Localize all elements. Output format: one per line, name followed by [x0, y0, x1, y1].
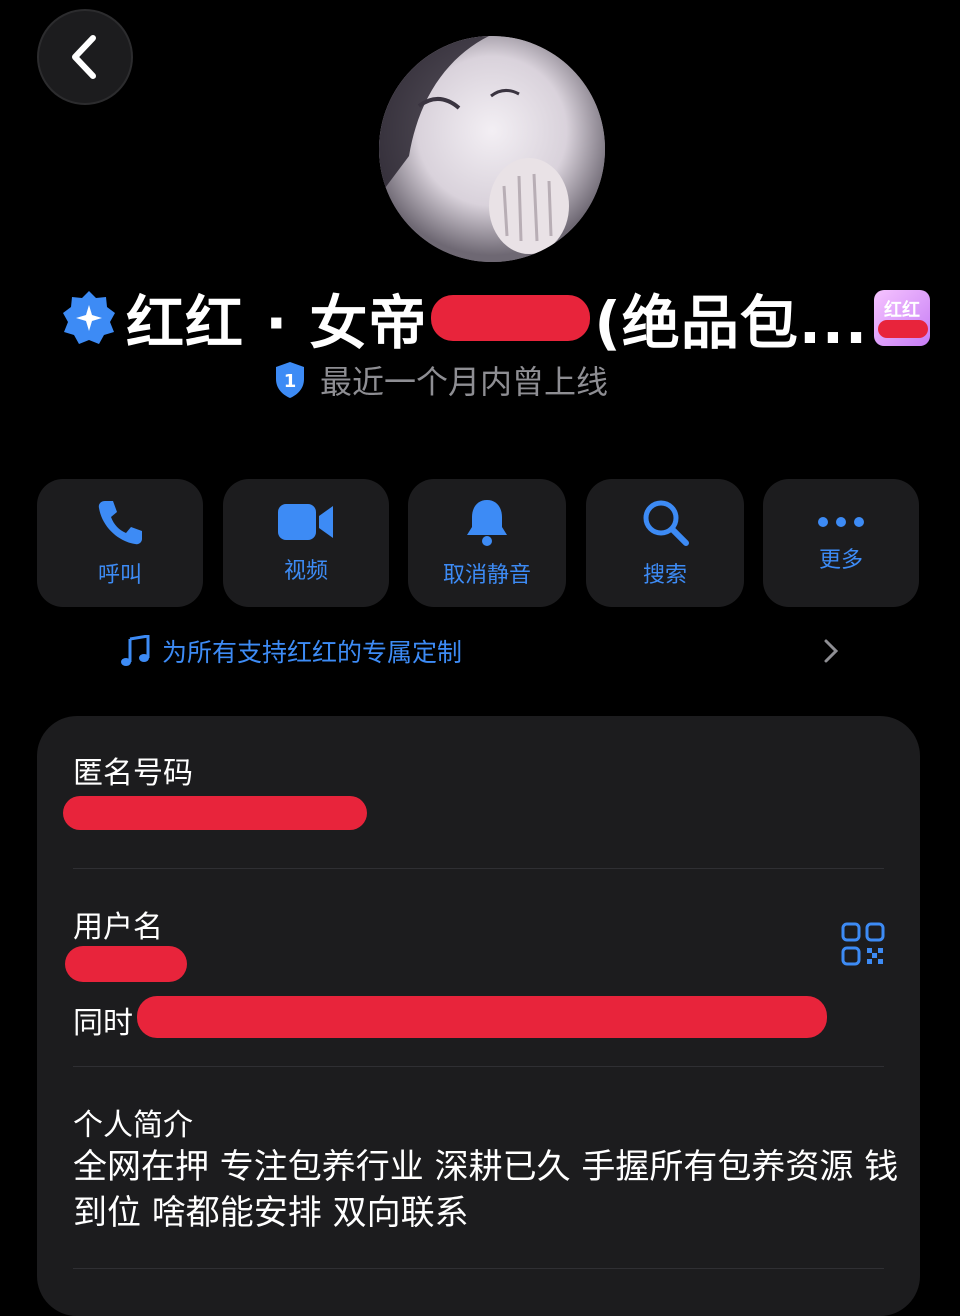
bell-icon — [467, 500, 507, 546]
call-button[interactable]: 呼叫 — [37, 479, 203, 607]
redaction-mark — [65, 946, 187, 982]
name-tag-badge: 红红 — [874, 290, 930, 346]
video-button[interactable]: 视频 — [223, 479, 389, 607]
display-name-suffix: (绝品包... — [594, 289, 868, 357]
more-dots-icon — [818, 517, 864, 527]
redaction-mark — [431, 295, 591, 341]
unmute-button[interactable]: 取消静音 — [408, 479, 566, 607]
profile-name-row: 红红 · 女帝 (绝品包... 红红 — [60, 282, 930, 357]
online-status: 1 最近一个月内曾上线 — [274, 358, 608, 402]
music-note-icon — [121, 635, 150, 666]
display-name-prefix: 红红 · 女帝 — [126, 289, 428, 357]
qr-code-icon[interactable] — [841, 922, 885, 966]
redaction-mark — [137, 996, 827, 1038]
name-tag-text: 红红 — [884, 300, 920, 321]
profile-avatar[interactable] — [379, 36, 605, 262]
shield-badge-icon: 1 — [276, 362, 304, 398]
divider — [73, 1066, 884, 1067]
custom-ringtone-text: 为所有支持红红的专属定制 — [162, 638, 463, 667]
custom-ringtone-row[interactable]: 为所有支持红红的专属定制 — [120, 628, 840, 674]
video-label: 视频 — [283, 559, 328, 584]
more-button[interactable]: 更多 — [763, 479, 919, 607]
avatar-photo — [379, 36, 605, 262]
search-icon — [643, 500, 689, 546]
profile-info-card: 匿名号码 用户名 同时 个人简介 全网在押 专注包养行业 深耕已久 手握所有包养… — [37, 716, 920, 1316]
phone-icon — [98, 501, 142, 545]
bio-text: 全网在押 专注包养行业 深耕已久 手握所有包养资源 钱到位 啥都能安排 双向联系 — [73, 1147, 899, 1233]
more-label: 更多 — [818, 548, 863, 573]
status-text: 最近一个月内曾上线 — [320, 363, 609, 401]
anonymous-number-label: 匿名号码 — [73, 756, 193, 791]
divider — [73, 868, 884, 869]
search-label: 搜索 — [642, 563, 687, 588]
verified-badge-icon — [63, 291, 115, 344]
action-bar: 呼叫 视频 取消静音 搜索 更多 — [0, 479, 960, 607]
same-time-prefix: 同时 — [73, 1006, 133, 1041]
call-label: 呼叫 — [97, 563, 142, 588]
divider — [73, 1268, 884, 1269]
chevron-right-icon — [824, 639, 839, 663]
back-button[interactable] — [37, 9, 133, 105]
chevron-left-icon — [72, 35, 96, 79]
bio-label: 个人简介 — [73, 1108, 193, 1143]
redaction-mark — [878, 320, 928, 338]
unmute-label: 取消静音 — [442, 563, 531, 588]
shield-badge-number: 1 — [284, 371, 297, 392]
search-button[interactable]: 搜索 — [586, 479, 744, 607]
redaction-mark — [63, 796, 367, 830]
username-label: 用户名 — [73, 910, 163, 945]
video-camera-icon — [278, 504, 333, 540]
